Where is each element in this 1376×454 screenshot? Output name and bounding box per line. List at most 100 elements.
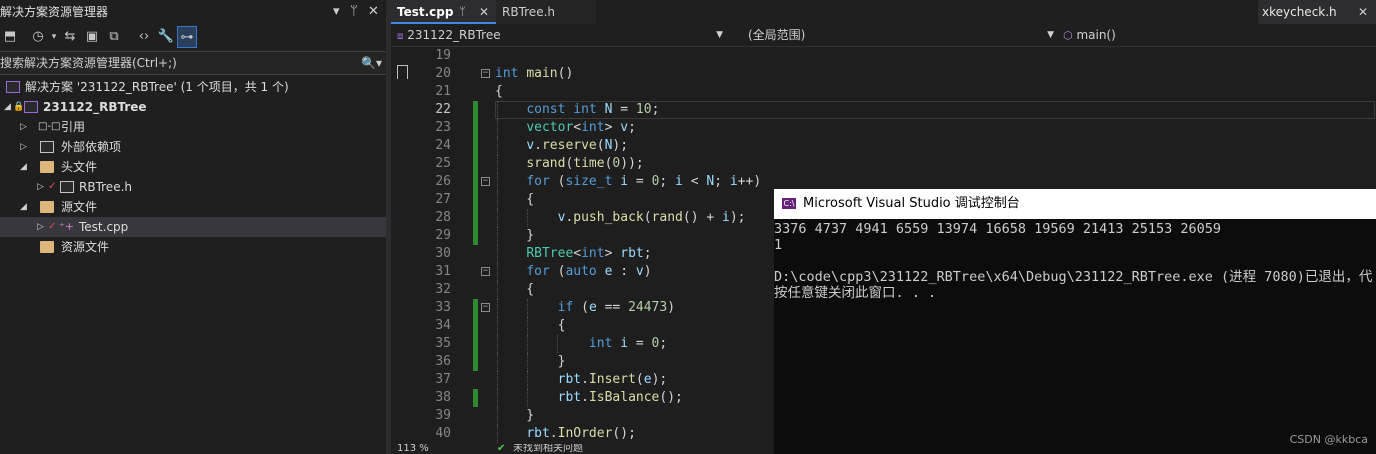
fold-toggle-icon[interactable]: − [481, 303, 490, 312]
fold-toggle-icon[interactable]: − [481, 177, 490, 186]
tab-xkeycheck-h[interactable]: xkeycheck.h ✕ [1258, 0, 1376, 24]
lock-icon: 🔒 [13, 102, 25, 112]
line-number: 25 [435, 156, 451, 171]
check-ok-icon: ✔ [497, 444, 506, 454]
code-line[interactable]: 23 vector<int> v; [391, 119, 1376, 137]
folder-icon [40, 241, 54, 253]
code-text: int i = 0; [588, 336, 668, 351]
code-text: { [495, 192, 535, 207]
tree-item-header-files[interactable]: ◢ 头文件 [0, 157, 386, 177]
visual-studio-icon: C:\ [782, 198, 796, 209]
code-text: } [495, 408, 535, 423]
code-line[interactable]: 24 v.reserve(N); [391, 137, 1376, 155]
close-tab-icon[interactable]: ✕ [479, 0, 489, 24]
tree-item-resource-files[interactable]: 资源文件 [0, 237, 386, 257]
solution-search-box[interactable]: 搜索解决方案资源管理器(Ctrl+;) 🔍▾ [0, 51, 386, 75]
tree-item-external-deps[interactable]: ▷ 外部依赖项 [0, 137, 386, 157]
tree-item-solution[interactable]: 解决方案 '231122_RBTree' (1 个项目，共 1 个) [0, 77, 386, 97]
scope-dropdown[interactable]: (全局范围) ▼ [748, 26, 1054, 44]
change-marker [473, 317, 478, 335]
line-number: 34 [435, 318, 451, 333]
tree-item-references[interactable]: ▷ □-□ 引用 [0, 117, 386, 137]
console-output-line: 1 [774, 237, 783, 253]
properties-wrench-icon[interactable]: 🔧 [156, 26, 176, 48]
pin-icon[interactable]: ᛘ [350, 0, 358, 24]
preview-selected-icon[interactable]: ⊶ [177, 26, 197, 48]
fold-toggle-icon[interactable]: − [481, 69, 490, 78]
cpp-file-icon: ⁺+ [59, 220, 75, 233]
tree-item-source-files[interactable]: ◢ 源文件 [0, 197, 386, 217]
code-line[interactable]: 20 − int main() [391, 65, 1376, 83]
code-text: { [495, 84, 503, 99]
project-dropdown[interactable]: ⧈ 231122_RBTree ▼ [397, 26, 723, 44]
fold-toggle-icon[interactable]: − [481, 267, 490, 276]
chevron-down-icon: ▼ [1047, 30, 1054, 40]
code-text: rbt.InOrder(); [526, 426, 636, 441]
line-number: 31 [435, 264, 451, 279]
change-marker [473, 353, 478, 371]
collapsed-arrow-icon[interactable]: ▷ [20, 137, 27, 157]
close-icon[interactable]: ✕ [368, 0, 379, 24]
sync-icon[interactable]: ⇆ [60, 26, 80, 48]
member-dropdown[interactable]: ⬡ main() [1063, 26, 1363, 44]
line-number: 35 [435, 336, 451, 351]
expanded-arrow-icon[interactable]: ◢ [4, 97, 11, 117]
tree-item-rbtree-h[interactable]: ▷ ✓ RBTree.h [0, 177, 386, 197]
code-line[interactable]: 22 const int N = 10; [391, 101, 1376, 119]
folder-icon [40, 161, 54, 173]
change-marker [473, 191, 478, 209]
console-titlebar[interactable]: C:\ Microsoft Visual Studio 调试控制台 [774, 189, 1376, 219]
project-icon: ⧈ [397, 31, 404, 42]
collapsed-arrow-icon[interactable]: ▷ [20, 117, 27, 137]
dropdown-arrow-icon[interactable]: ▾ [333, 0, 340, 24]
solution-explorer-panel: 解决方案资源管理器 ▾ ᛘ ✕ ⬒ ◷ ▾ ⇆ ▣ ⧉ ‹› 🔧 ⊶ 搜索解决方… [0, 0, 386, 454]
close-tab-icon[interactable]: ✕ [1358, 0, 1368, 24]
pin-icon[interactable]: ᛘ [459, 0, 466, 24]
line-number: 30 [435, 246, 451, 261]
tree-item-project[interactable]: ◢ 🔒 231122_RBTree [0, 97, 386, 117]
line-number: 24 [435, 138, 451, 153]
code-line[interactable]: 19 [391, 47, 1376, 65]
search-icon[interactable]: 🔍▾ [361, 52, 382, 74]
code-view-icon[interactable]: ‹› [134, 26, 154, 48]
cpp-project-icon [24, 101, 38, 113]
show-all-files-icon[interactable]: ⧉ [104, 26, 124, 48]
console-output-line: 按任意键关闭此窗口. . . [774, 285, 937, 301]
code-text: vector<int> v; [526, 120, 636, 135]
debug-console-window[interactable]: C:\ Microsoft Visual Studio 调试控制台 3376 4… [774, 189, 1376, 454]
change-marker [473, 137, 478, 155]
line-number: 36 [435, 354, 451, 369]
change-marker [473, 155, 478, 173]
watermark: CSDN @kkbca [1289, 433, 1368, 446]
console-output-line: 3376 4737 4941 6559 13974 16658 19569 21… [774, 221, 1222, 237]
issues-status[interactable]: 未找到相关问题 [513, 444, 583, 454]
line-number: 32 [435, 282, 451, 297]
external-deps-icon [40, 141, 54, 153]
switch-views-icon[interactable]: ⬒ [0, 26, 20, 48]
header-file-icon [60, 181, 74, 193]
checked-in-icon: ✓ [48, 221, 57, 232]
code-text: v.reserve(N); [526, 138, 629, 153]
panel-title: 解决方案资源管理器 [0, 5, 109, 19]
tab-rbtree-h[interactable]: RBTree.h [496, 0, 596, 24]
collapsed-arrow-icon[interactable]: ▷ [37, 217, 44, 237]
collapse-all-icon[interactable]: ▣ [82, 26, 102, 48]
change-marker [473, 335, 478, 353]
solution-explorer-titlebar: 解决方案资源管理器 ▾ ᛘ ✕ [0, 0, 386, 24]
tree-item-test-cpp[interactable]: ▷ ✓ ⁺+ Test.cpp [0, 217, 386, 237]
tab-test-cpp[interactable]: Test.cpp ᛘ ✕ [391, 0, 496, 24]
code-line[interactable]: 21 { [391, 83, 1376, 101]
code-text: srand(time(0)); [526, 156, 644, 171]
collapsed-arrow-icon[interactable]: ▷ [37, 177, 44, 197]
expanded-arrow-icon[interactable]: ◢ [20, 197, 27, 217]
zoom-level[interactable]: 113 % [397, 444, 429, 454]
expanded-arrow-icon[interactable]: ◢ [20, 157, 27, 177]
line-number: 40 [435, 426, 451, 441]
code-line[interactable]: 25 srand(time(0)); [391, 155, 1376, 173]
code-text: { [495, 282, 535, 297]
line-number: 33 [435, 300, 451, 315]
line-number: 39 [435, 408, 451, 423]
line-number: 26 [435, 174, 451, 189]
code-text: for (size_t i = 0; i < N; i++) [526, 174, 762, 189]
solution-explorer-toolbar: ⬒ ◷ ▾ ⇆ ▣ ⧉ ‹› 🔧 ⊶ [0, 24, 386, 50]
